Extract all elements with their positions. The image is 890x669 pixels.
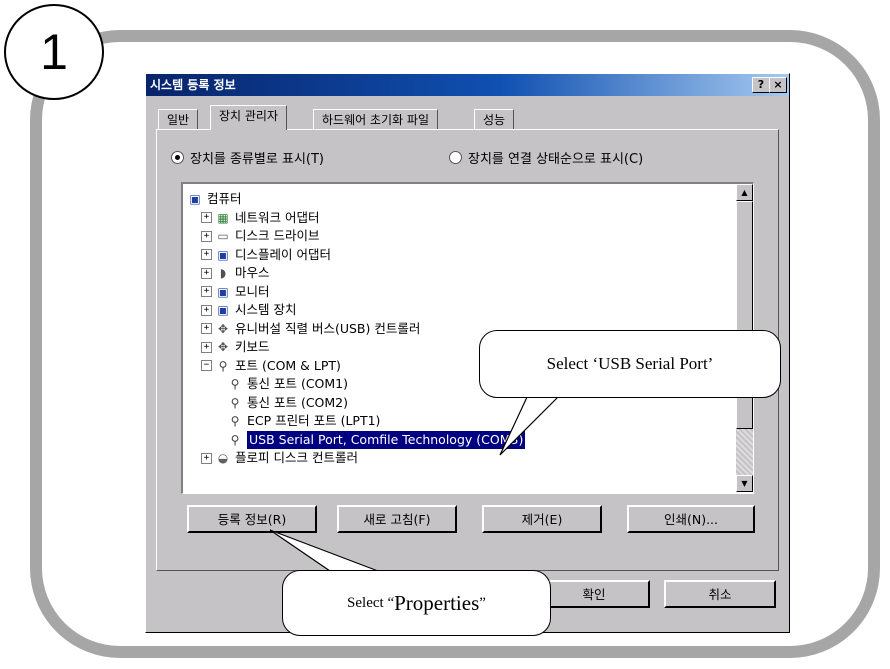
print-button[interactable]: 인쇄(N)... [627, 505, 755, 533]
computer-icon: ▣ [189, 192, 201, 206]
tab-performance[interactable]: 성능 [474, 109, 515, 129]
tree-item[interactable]: ▣ 컴퓨터 [187, 190, 242, 208]
tree-item[interactable]: + ✥ 키보드 [201, 338, 270, 356]
tree-item-label: 키보드 [235, 339, 270, 354]
tree-item-label: USB Serial Port, Comfile Technology (COM… [245, 429, 527, 450]
close-button[interactable]: × [769, 77, 787, 93]
expand-plus-icon[interactable]: + [201, 212, 212, 223]
refresh-button[interactable]: 새로 고침(F) [337, 505, 457, 533]
floppy-controller-icon: ◒ [217, 451, 229, 465]
tree-item-label: 마우스 [235, 265, 270, 280]
view-by-type-option[interactable]: 장치를 종류별로 표시(T) [171, 148, 324, 167]
properties-button[interactable]: 등록 정보(R) [187, 505, 317, 533]
tree-item[interactable]: + ◒ 플로피 디스크 컨트롤러 [201, 449, 358, 467]
scroll-up-arrow-icon[interactable]: ▲ [736, 184, 753, 201]
tree-item-label: 시스템 장치 [235, 302, 297, 317]
expand-plus-icon[interactable]: + [201, 286, 212, 297]
port-icon: ⚲ [218, 358, 228, 373]
port-icon: ⚲ [230, 414, 240, 428]
tree-item[interactable]: + ▦ 네트워크 어댑터 [201, 209, 319, 227]
properties-callout: Select “Properties” [282, 570, 551, 636]
tree-connector [215, 417, 224, 426]
tree-item[interactable]: − ⚲ 포트 (COM & LPT) [201, 357, 341, 375]
tree-item[interactable]: + ▣ 모니터 [201, 283, 270, 301]
tree-item-label: 플로피 디스크 컨트롤러 [235, 450, 358, 465]
collapse-minus-icon[interactable]: − [201, 360, 212, 371]
tree-item[interactable]: + ▣ 시스템 장치 [201, 301, 296, 319]
tree-item-label: 통신 포트 (COM2) [247, 394, 349, 410]
mouse-icon: ◗ [219, 266, 227, 280]
view-by-connection-option[interactable]: 장치를 연결 상태순으로 표시(C) [449, 148, 643, 167]
network-adapter-icon: ▦ [217, 210, 229, 225]
tree-item-label: 포트 (COM & LPT) [235, 357, 341, 373]
expand-plus-icon[interactable]: + [201, 230, 212, 242]
cancel-button[interactable]: 취소 [664, 580, 776, 608]
expand-plus-icon[interactable]: + [201, 341, 212, 353]
tree-item-label: 디스플레이 어댑터 [235, 246, 331, 262]
port-icon: ⚲ [230, 395, 240, 410]
step-number-badge: 1 [4, 4, 104, 100]
usb-serial-port-callout: Select ‘USB Serial Port’ [479, 330, 781, 398]
dialog-title: 시스템 등록 정보 [150, 78, 236, 92]
tree-connector [215, 380, 224, 389]
tree-item[interactable]: + ▭ 디스크 드라이브 [201, 227, 319, 245]
port-icon: ⚲ [230, 377, 240, 391]
scroll-down-arrow-icon[interactable]: ▼ [736, 475, 753, 492]
system-devices-icon: ▣ [217, 303, 229, 317]
tree-item-label: 네트워크 어댑터 [235, 209, 320, 225]
tree-item-label: 디스크 드라이브 [235, 228, 320, 243]
monitor-icon: ▣ [217, 284, 229, 299]
radio-unchecked-icon[interactable] [449, 151, 462, 164]
usb-callout-text: Select ‘USB Serial Port’ [546, 354, 714, 373]
dialog-titlebar: 시스템 등록 정보 ? × [146, 74, 789, 96]
properties-callout-prefix: Select “ [347, 594, 395, 611]
tab-general[interactable]: 일반 [158, 109, 199, 129]
tree-item-label: 통신 포트 (COM1) [247, 376, 349, 391]
tree-item-label: 유니버설 직렬 버스(USB) 컨트롤러 [235, 320, 421, 336]
expand-plus-icon[interactable]: + [201, 452, 212, 464]
view-by-connection-label: 장치를 연결 상태순으로 표시(C) [468, 152, 644, 167]
properties-callout-suffix: ” [479, 594, 486, 611]
expand-plus-icon[interactable]: + [201, 267, 212, 279]
display-adapter-icon: ▣ [217, 247, 229, 262]
tree-item-label: ECP 프린터 포트 (LPT1) [247, 413, 381, 428]
tree-item[interactable]: ⚲ 통신 포트 (COM2) [215, 394, 348, 412]
keyboard-icon: ✥ [217, 340, 229, 354]
tab-hardware-profiles[interactable]: 하드웨어 초기화 파일 [313, 109, 438, 129]
expand-plus-icon[interactable]: + [201, 304, 212, 316]
expand-plus-icon[interactable]: + [201, 323, 212, 334]
properties-callout-word: Properties [394, 590, 480, 615]
tree-item[interactable]: + ▣ 디스플레이 어댑터 [201, 246, 331, 264]
disk-drive-icon: ▭ [217, 229, 229, 243]
tree-item-selected[interactable]: ⚲ USB Serial Port, Comfile Technology (CO… [215, 429, 527, 450]
usb-controller-icon: ✥ [217, 321, 229, 336]
tree-item-label: 모니터 [235, 283, 270, 299]
remove-button[interactable]: 제거(E) [482, 505, 602, 533]
view-by-type-label: 장치를 종류별로 표시(T) [190, 152, 324, 167]
tab-device-manager[interactable]: 장치 관리자 [210, 105, 288, 130]
help-button[interactable]: ? [752, 77, 770, 93]
tree-connector [215, 435, 224, 444]
ok-button[interactable]: 확인 [538, 580, 650, 608]
tree-item[interactable]: ⚲ ECP 프린터 포트 (LPT1) [215, 412, 381, 430]
tree-item[interactable]: ⚲ 통신 포트 (COM1) [215, 375, 348, 393]
radio-checked-icon[interactable] [171, 151, 184, 164]
tree-item-label: 컴퓨터 [207, 191, 242, 206]
tree-connector [215, 398, 224, 407]
port-icon: ⚲ [230, 432, 240, 447]
tree-item[interactable]: + ✥ 유니버설 직렬 버스(USB) 컨트롤러 [201, 320, 420, 338]
expand-plus-icon[interactable]: + [201, 249, 212, 260]
tree-item[interactable]: + ◗ 마우스 [201, 264, 270, 282]
